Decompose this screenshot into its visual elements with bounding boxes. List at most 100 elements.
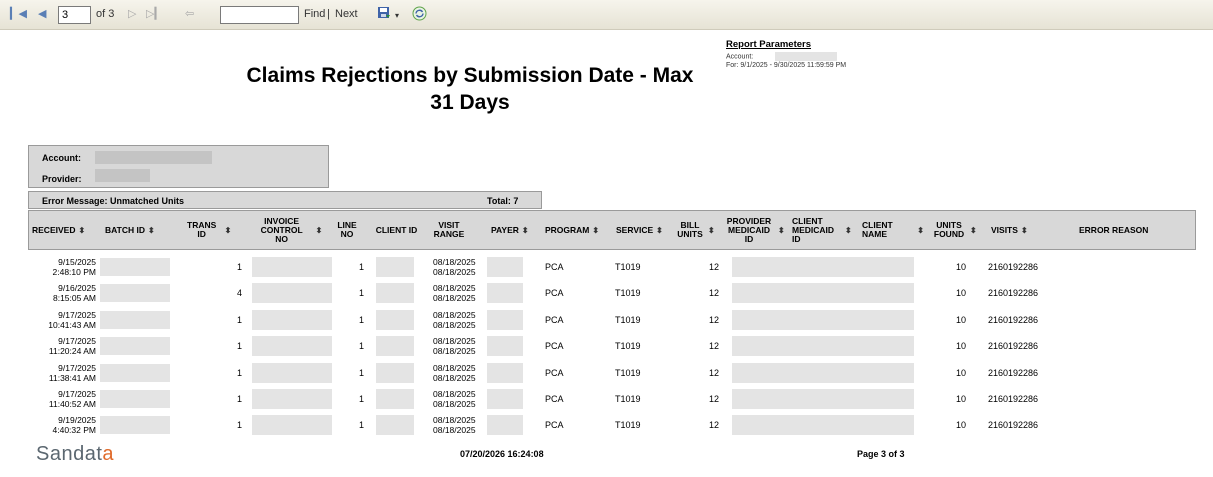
- trans-id-cell: 1: [236, 420, 242, 431]
- redacted-payer: [487, 309, 523, 330]
- redacted-client-medicaid-id: [804, 389, 876, 409]
- table-row: 9/19/2025 4:40:32 PM 1 1 08/18/2025 08/18/…: [28, 412, 1196, 438]
- sort-icon[interactable]: ⬍: [778, 226, 785, 235]
- last-page-icon[interactable]: ▷▎: [146, 9, 163, 20]
- redacted-provider-medicaid-id: [732, 389, 804, 409]
- redacted-payer: [487, 336, 523, 357]
- visit-from: 08/18/2025: [433, 257, 476, 267]
- visits-cell: 2160192286: [988, 420, 1039, 431]
- sort-icon[interactable]: ⬍: [592, 226, 599, 235]
- visit-range-cell: 08/18/2025 08/18/2025: [433, 360, 483, 386]
- first-page-icon[interactable]: ▎◀: [10, 9, 27, 20]
- redacted-invoice-control-no: [252, 389, 332, 409]
- find-link[interactable]: Find: [304, 9, 325, 20]
- bill-units-cell: 12: [708, 341, 719, 352]
- sort-icon[interactable]: ⬍: [708, 226, 715, 235]
- program-cell: PCA: [545, 367, 564, 378]
- units-found-cell: 10: [955, 288, 966, 299]
- client-medicaid-id-cell: [804, 333, 876, 359]
- next-page-icon[interactable]: ▷: [128, 9, 136, 20]
- payer-cell: [487, 307, 523, 333]
- trans-id-cell: 1: [236, 262, 242, 272]
- client-medicaid-id-cell: [804, 254, 876, 280]
- sort-icon[interactable]: ⬍: [970, 226, 977, 235]
- column-label: BILL UNITS: [677, 220, 703, 239]
- column-header-visit-range: VISIT RANGE: [429, 211, 469, 249]
- report-title-line2: 31 Days: [430, 91, 510, 114]
- column-label: CLIENT NAME: [862, 220, 893, 239]
- invoice-control-cell: [252, 360, 332, 386]
- column-header-service[interactable]: SERVICE ⬍: [616, 211, 676, 249]
- sort-icon[interactable]: ⬍: [522, 226, 529, 235]
- redacted-payer: [487, 362, 523, 383]
- column-header-provider-medicaid-id[interactable]: PROVIDER MEDICAID ID ⬍: [723, 211, 787, 249]
- redacted-client-name: [876, 362, 914, 383]
- table-row: 9/17/2025 11:38:41 AM 1 1 08/18/2025 08/18…: [28, 360, 1196, 386]
- redacted-batch-id: [100, 284, 170, 303]
- error-message: Error Message: Unmatched Units: [42, 196, 185, 206]
- visit-range-cell: 08/18/2025 08/18/2025: [433, 280, 483, 306]
- received-time: 8:15:05 AM: [52, 293, 96, 304]
- units-found-cell: 10: [955, 367, 966, 378]
- column-header-received[interactable]: RECEIVED ⬍: [32, 211, 98, 249]
- visit-from: 08/18/2025: [433, 283, 476, 294]
- page-number-input[interactable]: [58, 6, 91, 24]
- parameters-date-range: For: 9/1/2025 - 9/30/2025 11:59:59 PM: [726, 62, 847, 70]
- generated-timestamp: 07/20/2026 16:24:08: [460, 449, 544, 459]
- sort-icon[interactable]: ⬍: [1021, 226, 1028, 235]
- column-header-payer[interactable]: PAYER ⬍: [491, 211, 541, 249]
- redacted-client-name: [876, 336, 914, 357]
- client-medicaid-id-cell: [804, 280, 876, 306]
- column-header-batch-id[interactable]: BATCH ID ⬍: [105, 211, 167, 249]
- visit-from: 08/18/2025: [433, 362, 476, 373]
- column-label: LINE NO: [337, 220, 357, 239]
- column-label: SERVICE: [616, 224, 654, 235]
- column-header-client-name[interactable]: CLIENT NAME ⬍: [862, 211, 924, 249]
- client-id-cell: [376, 360, 414, 386]
- column-header-bill-units[interactable]: BILL UNITS ⬍: [675, 211, 721, 249]
- refresh-icon[interactable]: [412, 6, 427, 24]
- next-link[interactable]: Next: [335, 9, 358, 20]
- column-header-visits[interactable]: VISITS ⬍: [991, 211, 1043, 249]
- redacted-batch-id: [100, 363, 170, 382]
- sort-icon[interactable]: ⬍: [225, 226, 232, 235]
- bill-units-cell: 12: [708, 288, 719, 299]
- column-label: VISIT RANGE: [433, 220, 465, 239]
- sort-icon[interactable]: ⬍: [78, 226, 85, 235]
- sort-icon[interactable]: ⬍: [316, 226, 323, 235]
- visit-from: 08/18/2025: [433, 415, 476, 426]
- column-label: ERROR REASON: [1079, 224, 1149, 235]
- redacted-client-medicaid-id: [804, 309, 876, 330]
- find-input[interactable]: [220, 6, 299, 24]
- received-cell: 9/17/2025 11:38:41 AM: [28, 360, 96, 386]
- sort-icon[interactable]: ⬍: [917, 226, 924, 235]
- client-name-cell: [876, 386, 914, 412]
- redacted-client-medicaid-id: [804, 257, 876, 277]
- service-cell: T1019: [615, 314, 641, 325]
- visits-cell: 2160192286: [988, 288, 1039, 299]
- column-label: UNITS FOUND: [933, 220, 965, 239]
- dropdown-arrow-icon[interactable]: ▾: [395, 10, 399, 21]
- logo-text-accent: a: [102, 443, 115, 465]
- provider-medicaid-id-cell: [732, 333, 804, 359]
- sort-icon[interactable]: ⬍: [656, 226, 663, 235]
- previous-page-icon[interactable]: ◀: [38, 9, 46, 20]
- report-parameters-header[interactable]: Report Parameters: [726, 40, 846, 50]
- units-found-cell: 10: [955, 394, 966, 404]
- column-header-program[interactable]: PROGRAM ⬍: [545, 211, 613, 249]
- visit-range-cell: 08/18/2025 08/18/2025: [433, 386, 483, 412]
- sort-icon[interactable]: ⬍: [845, 226, 852, 235]
- column-header-units-found[interactable]: UNITS FOUND ⬍: [931, 211, 983, 249]
- account-provider-box: Account: Provider:: [28, 145, 329, 188]
- table-row: 9/17/2025 10:41:43 AM 1 1 08/18/2025 08/18…: [28, 307, 1196, 333]
- line-no-cell: 1: [358, 420, 364, 431]
- back-icon[interactable]: ⇦: [185, 9, 194, 20]
- sort-icon[interactable]: ⬍: [148, 226, 155, 235]
- column-header-trans-id[interactable]: TRANS ID ⬍: [179, 211, 239, 249]
- column-header-client-medicaid-id[interactable]: CLIENT MEDICAID ID ⬍: [792, 211, 856, 249]
- export-icon[interactable]: [377, 6, 391, 23]
- received-date: 9/17/2025: [58, 309, 96, 320]
- column-header-invoice-control-no[interactable]: INVOICE CONTROL NO ⬍: [251, 211, 329, 249]
- table-row: 9/16/2025 8:15:05 AM 4 1 08/18/2025 08/18/…: [28, 280, 1196, 306]
- line-no-cell: 1: [358, 314, 364, 325]
